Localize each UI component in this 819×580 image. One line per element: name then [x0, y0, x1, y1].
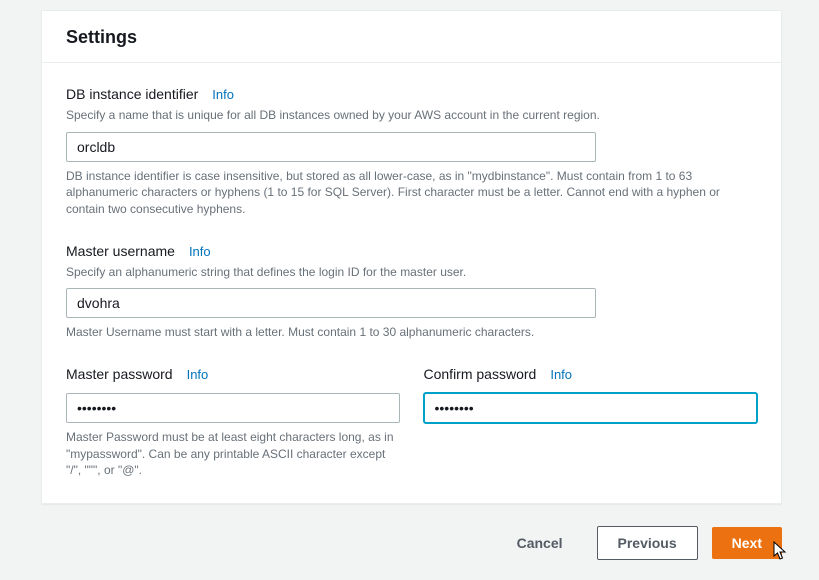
confirm-password-input[interactable]: [424, 393, 758, 423]
master-username-description: Specify an alphanumeric string that defi…: [66, 264, 757, 281]
password-row: Master password Info Master Password mus…: [66, 365, 757, 479]
master-password-label: Master password: [66, 365, 173, 385]
confirm-password-field: Confirm password Info: [424, 365, 758, 479]
master-password-field: Master password Info Master Password mus…: [66, 365, 400, 479]
master-username-info-link[interactable]: Info: [189, 243, 211, 261]
confirm-password-label: Confirm password: [424, 365, 537, 385]
master-username-label: Master username: [66, 242, 175, 262]
footer-buttons: Cancel Previous Next: [41, 526, 782, 560]
master-username-input[interactable]: [66, 288, 596, 318]
panel-title: Settings: [66, 25, 761, 50]
panel-header: Settings: [42, 11, 781, 63]
next-button[interactable]: Next: [712, 527, 782, 559]
cursor-icon: [773, 541, 789, 566]
db-identifier-label: DB instance identifier: [66, 85, 198, 105]
master-password-input[interactable]: [66, 393, 400, 423]
master-password-info-link[interactable]: Info: [187, 366, 209, 384]
next-button-label: Next: [732, 535, 762, 551]
master-password-help: Master Password must be at least eight c…: [66, 429, 400, 479]
db-identifier-field: DB instance identifier Info Specify a na…: [66, 85, 757, 218]
db-identifier-input[interactable]: [66, 132, 596, 162]
confirm-password-info-link[interactable]: Info: [550, 366, 572, 384]
master-username-help: Master Username must start with a letter…: [66, 324, 757, 341]
db-identifier-description: Specify a name that is unique for all DB…: [66, 107, 757, 124]
db-identifier-help: DB instance identifier is case insensiti…: [66, 168, 757, 218]
db-identifier-info-link[interactable]: Info: [212, 86, 234, 104]
master-username-field: Master username Info Specify an alphanum…: [66, 242, 757, 341]
cancel-button[interactable]: Cancel: [497, 527, 583, 559]
previous-button[interactable]: Previous: [597, 526, 698, 560]
settings-panel: Settings DB instance identifier Info Spe…: [41, 10, 782, 504]
